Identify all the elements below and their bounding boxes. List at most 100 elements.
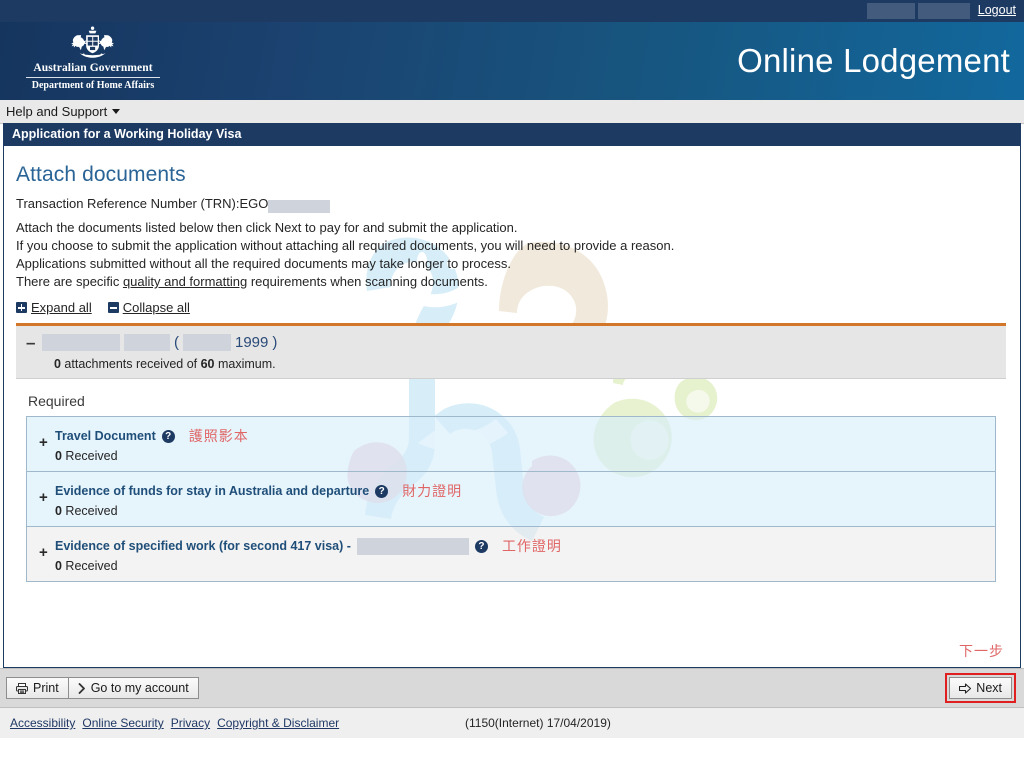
main-content: Attach documents Transaction Reference N…: [4, 146, 1020, 594]
applicant-identity-line: – ( 1999): [26, 334, 996, 352]
attachments-max-count: 60: [200, 357, 215, 372]
redacted-block: [867, 3, 915, 19]
required-section-label: Required: [28, 393, 85, 410]
document-expand-toggle[interactable]: +: [39, 545, 48, 560]
document-title-line: + Evidence of specified work (for second…: [37, 536, 987, 560]
document-received-count: 0: [55, 449, 62, 464]
paren-close: ): [272, 334, 278, 352]
expand-all-label: Expand all: [31, 300, 92, 316]
help-and-support-label: Help and Support: [6, 104, 108, 119]
document-received-count: 0: [55, 504, 62, 519]
document-name: Evidence of funds for stay in Australia …: [55, 484, 370, 499]
document-title-line: + Evidence of funds for stay in Australi…: [37, 481, 987, 505]
chevron-right-icon: [78, 682, 85, 694]
attachments-summary-mid: attachments received of: [60, 357, 201, 372]
application-titlebar: Application for a Working Holiday Visa: [3, 123, 1021, 146]
footer-link-privacy[interactable]: Privacy: [171, 716, 210, 730]
document-name: Travel Document: [55, 429, 156, 444]
chevron-down-icon: [112, 109, 121, 114]
document-row[interactable]: + Evidence of specified work (for second…: [27, 527, 995, 582]
document-row[interactable]: + Travel Document ? 護照影本 0 Received: [27, 417, 995, 473]
page-banner-title: Online Lodgement: [737, 42, 1010, 79]
left-button-group: Print Go to my account: [6, 677, 199, 699]
site-footer: Accessibility Online Security Privacy Co…: [0, 708, 1024, 738]
applicant-accordion-header[interactable]: – ( 1999) 0 attachments received of 60 m…: [16, 326, 1006, 380]
date-of-birth-year: 1999: [235, 334, 269, 352]
government-crest: Australian Government Department of Home…: [20, 24, 166, 98]
document-received-line: 0 Received: [37, 504, 987, 518]
document-expand-toggle[interactable]: +: [39, 490, 48, 505]
redacted-block: [918, 3, 970, 19]
redacted-trn-value: [268, 200, 331, 214]
application-frame: Application for a Working Holiday Visa A…: [3, 123, 1021, 668]
attachments-received-count: 0: [54, 357, 61, 372]
document-row[interactable]: + Evidence of funds for stay in Australi…: [27, 472, 995, 528]
top-utility-bar: Logout: [0, 0, 1024, 22]
transaction-reference-line: Transaction Reference Number (TRN):EGO: [16, 196, 1006, 214]
attachments-summary: 0 attachments received of 60 maximum.: [26, 357, 996, 371]
logout-link[interactable]: Logout: [978, 3, 1016, 17]
accordion-collapse-toggle[interactable]: –: [26, 334, 35, 351]
footer-version-text: (1150(Internet) 17/04/2019): [465, 716, 611, 730]
collapse-all-label: Collapse all: [122, 300, 190, 316]
document-title-line: + Travel Document ? 護照影本: [37, 426, 987, 450]
document-received-line: 0 Received: [37, 559, 987, 573]
print-button[interactable]: Print: [6, 677, 69, 699]
instruction-paragraph-3: Applications submitted without all the r…: [16, 256, 511, 272]
quality-sentence-suffix: requirements when scanning documents.: [247, 274, 488, 290]
next-step-annotation: 下一步: [959, 643, 1004, 659]
redacted-applicant-givenname: [124, 334, 170, 352]
go-to-my-account-label: Go to my account: [90, 681, 189, 695]
help-circle-icon[interactable]: ?: [161, 429, 175, 443]
help-support-navbar: Help and Support: [0, 100, 1024, 124]
quality-sentence-prefix: There are specific: [16, 274, 123, 290]
go-to-my-account-button[interactable]: Go to my account: [68, 677, 199, 699]
crest-line-government: Australian Government: [33, 62, 153, 74]
next-button[interactable]: Next: [949, 677, 1012, 699]
document-received-label: Received: [61, 559, 118, 574]
minus-square-icon: [107, 302, 119, 314]
crest-line-department: Department of Home Affairs: [31, 80, 155, 91]
site-banner: Australian Government Department of Home…: [0, 22, 1024, 100]
australian-coat-of-arms-icon: [71, 26, 115, 58]
redacted-date-of-birth: [183, 334, 231, 352]
instruction-paragraph-1: Attach the documents listed below then c…: [16, 220, 518, 236]
applicant-accordion: – ( 1999) 0 attachments received of 60 m…: [16, 323, 1006, 594]
redacted-applicant-surname: [42, 334, 120, 352]
page-title: Attach documents: [16, 163, 186, 186]
footer-link-online-security[interactable]: Online Security: [82, 716, 163, 730]
action-toolbar: Print Go to my account Next: [0, 668, 1024, 708]
document-received-label: Received: [61, 449, 118, 464]
help-and-support-menu[interactable]: Help and Support: [6, 104, 121, 119]
help-circle-icon[interactable]: ?: [375, 484, 389, 498]
next-button-highlight: Next: [945, 673, 1016, 703]
redacted-work-detail: [356, 537, 469, 555]
document-received-line: 0 Received: [37, 449, 987, 463]
crest-divider: [26, 77, 160, 78]
document-annotation: 財力證明: [402, 483, 463, 500]
topbar-redaction-group: [867, 3, 970, 19]
instruction-paragraph-2: If you choose to submit the application …: [16, 238, 675, 254]
collapse-all-control[interactable]: Collapse all: [107, 300, 190, 316]
document-annotation: 護照影本: [188, 428, 249, 445]
required-documents-list: + Travel Document ? 護照影本 0 Received + Ev…: [26, 416, 996, 583]
instruction-paragraph-4: There are specific quality and formattin…: [16, 273, 1006, 291]
footer-link-copyright-disclaimer[interactable]: Copyright & Disclaimer: [217, 716, 339, 730]
document-name: Evidence of specified work (for second 4…: [55, 539, 351, 554]
document-received-label: Received: [61, 504, 118, 519]
attachments-summary-suffix: maximum.: [214, 357, 276, 372]
document-annotation: 工作證明: [501, 538, 562, 555]
document-expand-toggle[interactable]: +: [39, 435, 48, 450]
trn-label: Transaction Reference Number (TRN):EGO: [16, 196, 269, 211]
next-button-label: Next: [976, 681, 1002, 695]
printer-icon: [16, 682, 28, 694]
footer-link-group: Accessibility Online Security Privacy Co…: [10, 716, 339, 730]
paren-open: (: [174, 334, 179, 352]
footer-link-accessibility[interactable]: Accessibility: [10, 716, 75, 730]
quality-and-formatting-link[interactable]: quality and formatting: [123, 274, 247, 289]
expand-all-control[interactable]: Expand all: [16, 300, 92, 315]
applicant-accordion-body: Required + Travel Document ? 護照影本 0 Rece…: [16, 379, 1006, 594]
plus-square-icon: [16, 302, 27, 314]
help-circle-icon[interactable]: ?: [474, 539, 488, 553]
arrow-right-block-icon: [959, 682, 972, 694]
